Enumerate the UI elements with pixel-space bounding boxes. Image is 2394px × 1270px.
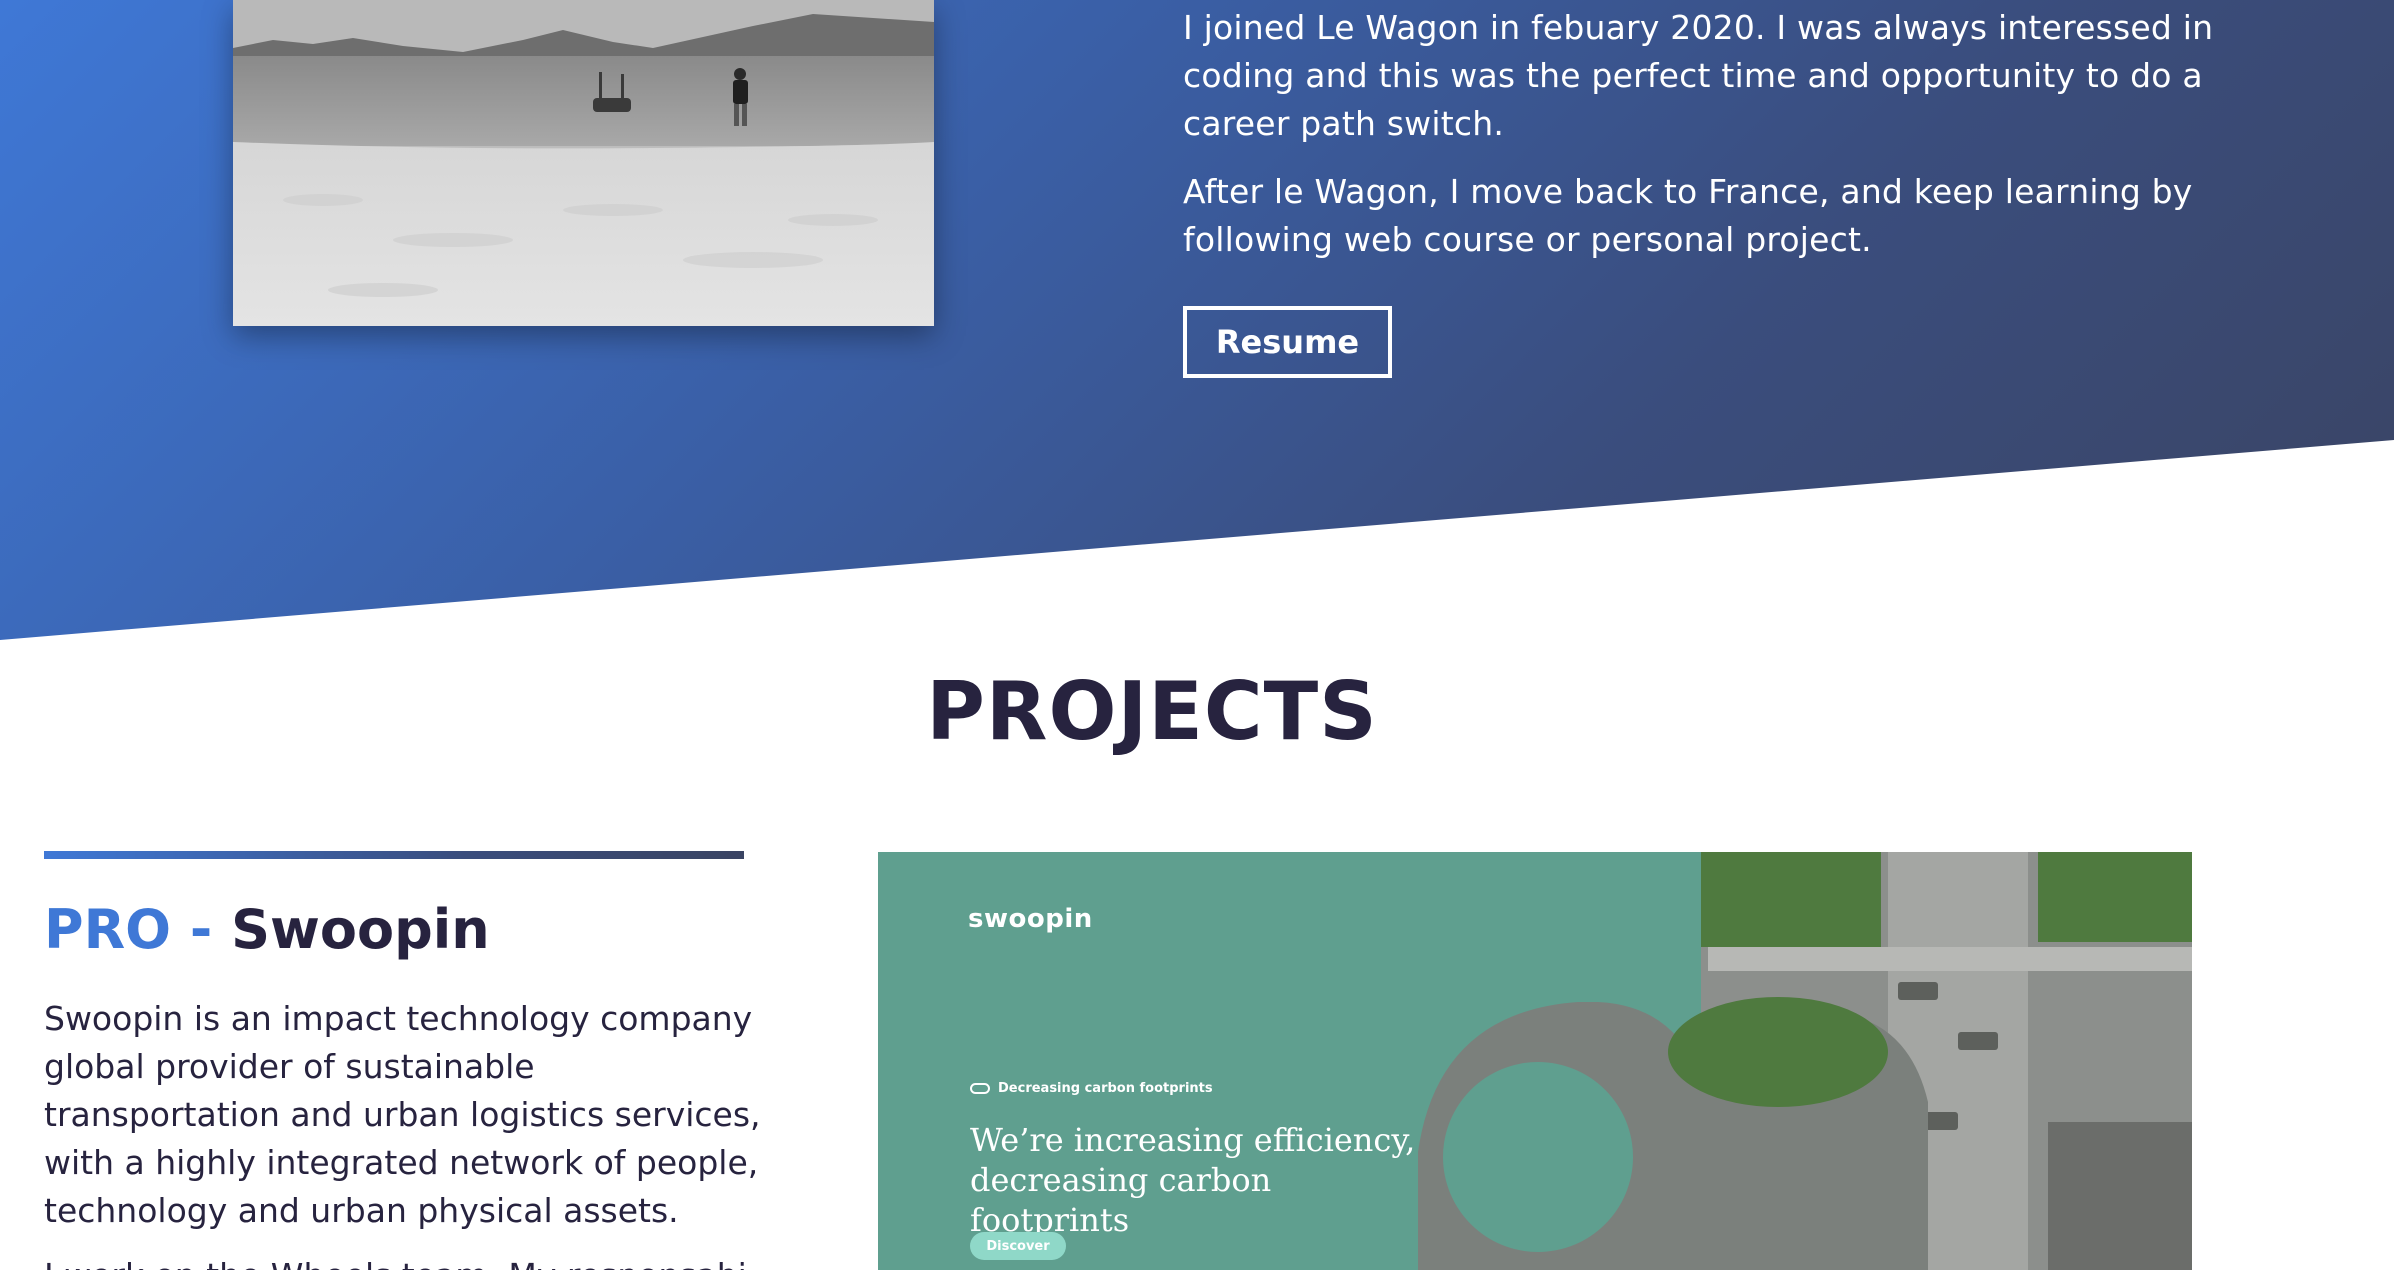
- project-name: Swoopin: [231, 898, 490, 961]
- project-description-continued: I work on the Wheels team. My responsabi: [44, 1252, 764, 1270]
- swoopin-tagline: Decreasing carbon footprints: [970, 1081, 1213, 1096]
- swoopin-headline: We’re increasing efficiency, decreasing …: [970, 1121, 1416, 1239]
- about-paragraph: I joined Le Wagon in febuary 2020. I was…: [1183, 8, 2214, 143]
- project-title: PRO - Swoopin: [44, 898, 490, 962]
- section-title: PROJECTS: [926, 665, 1378, 758]
- project-tag: PRO: [44, 898, 172, 961]
- about-paragraph: After le Wagon, I move back to France, a…: [1183, 172, 2193, 259]
- discover-button[interactable]: Discover: [970, 1232, 1066, 1260]
- resume-button[interactable]: Resume: [1183, 306, 1392, 378]
- about-text: I joined Le Wagon in febuary 2020. I was…: [1183, 4, 2223, 284]
- profile-photo: [233, 0, 934, 326]
- project-screenshot[interactable]: swoopin Decreasing carbon footprints We’…: [878, 852, 2192, 1270]
- infinity-icon: [970, 1083, 990, 1094]
- project-description: Swoopin is an impact technology company …: [44, 999, 761, 1230]
- swoopin-logo: swoopin: [968, 904, 1093, 934]
- swoopin-tag-label: Decreasing carbon footprints: [998, 1081, 1213, 1096]
- project-divider: [44, 851, 744, 859]
- project-separator: -: [189, 898, 213, 961]
